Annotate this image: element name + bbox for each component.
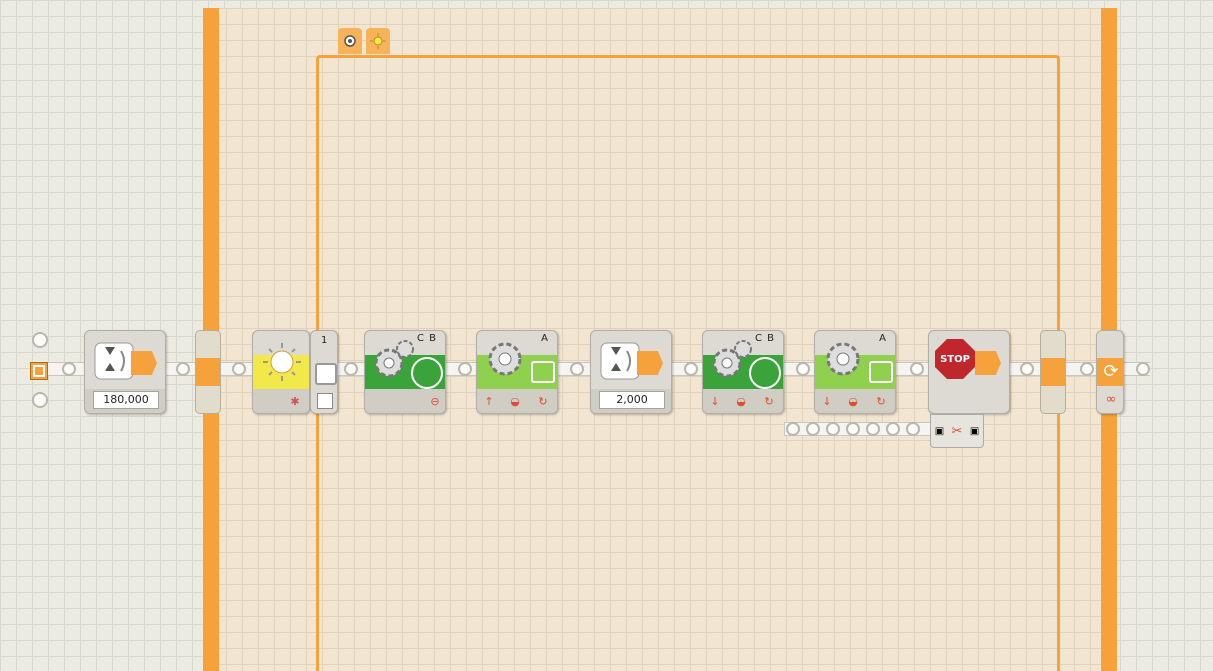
switch-tab-light[interactable] [366,28,390,54]
sequence-hole [32,332,48,348]
gears-icon [374,340,414,378]
motor-ports-label: C B [416,333,437,344]
stop-block[interactable]: STOP [928,330,1010,414]
time-wait-flag [637,351,663,375]
gears-icon [712,340,752,378]
gear-icon [488,342,522,376]
switch-toggle-icon: ✱ [290,394,300,408]
sequence-hole [1136,362,1150,376]
start-point[interactable] [28,330,52,414]
sequence-hole [458,362,472,376]
sequence-hole [176,362,190,376]
infinity-icon: ∞ [1105,392,1117,407]
sequence-hole [806,422,820,436]
hub-lock-icon-right: ▣ [969,425,980,437]
motor-port-label: A [879,333,887,344]
sequence-hole [846,422,860,436]
sequence-hole [32,392,48,408]
rotation-icon [869,361,893,383]
duration-icon: ↻ [764,394,774,408]
time-wait-flag [131,351,157,375]
wait-time-block[interactable]: 180,000 [84,330,166,414]
motor-ports-label: C B [754,333,775,344]
sequence-hole [826,422,840,436]
arrow-down-icon: ↓ [822,394,832,408]
motor-a-block-2[interactable]: A ↓ ◒ ↻ [814,330,896,414]
hub-lock-icon: ▣ [934,425,945,437]
stop-action-icon: ⊖ [430,394,440,408]
loop-entry-connector [195,330,221,414]
start-icon [30,362,48,380]
rotation-icon [531,361,555,383]
broken-wire-icon: ✂ [951,423,963,439]
arrow-up-icon: ↑ [484,394,494,408]
motor-cb-block-2[interactable]: C B ↓ ◒ ↻ [702,330,784,414]
sensor-view-icon [344,35,356,47]
motor-port-label: A [541,333,549,344]
sequence-hole [910,362,924,376]
stop-sign-icon: STOP [935,339,975,379]
duration-icon: ↻ [876,394,886,408]
switch-exit-connector [1040,330,1066,414]
gear-icon [826,342,860,376]
light-sensor-icon [263,343,301,381]
light-sensor-port-block[interactable]: 1 [310,330,338,414]
data-hub[interactable]: ▣ ✂ ▣ [930,414,984,448]
list-icon [317,393,333,409]
motor-cb-block-1[interactable]: C B ⊖ [364,330,446,414]
sequence-hole [866,422,880,436]
unlimited-rotation-icon [411,357,443,389]
light-sensor-icon [370,33,386,49]
hourglass-timer-icon [94,342,134,380]
stop-flag [975,351,1001,375]
sequence-hole [1020,362,1034,376]
power-icon: ◒ [510,394,520,408]
switch-tab-view[interactable] [338,28,362,54]
loop-refresh-icon: ⟳ [1103,361,1119,382]
sensor-port-label: 1 [321,335,329,346]
sequence-hole [886,422,900,436]
sequence-hole [232,362,246,376]
wait-duration-value: 180,000 [93,391,159,409]
sequence-hole [570,362,584,376]
hourglass-timer-icon [600,342,640,380]
power-icon: ◒ [736,394,746,408]
sequence-hole [1080,362,1094,376]
sequence-hole [786,422,800,436]
unlimited-rotation-icon [749,357,781,389]
sequence-hole [344,362,358,376]
sequence-hole [62,362,76,376]
motor-a-block-1[interactable]: A ↑ ◒ ↻ [476,330,558,414]
light-sensor-switch-block[interactable]: ✱ [252,330,310,414]
sequence-hole [796,362,810,376]
duration-icon: ↻ [538,394,548,408]
sensor-branch-icon [315,363,337,385]
sequence-hole [906,422,920,436]
loop-end-block[interactable]: ⟳ ∞ [1096,330,1124,414]
arrow-down-icon: ↓ [710,394,720,408]
stop-label: STOP [940,353,970,365]
power-icon: ◒ [848,394,858,408]
wait-duration-value: 2,000 [599,391,665,409]
sequence-hole [684,362,698,376]
wait-time-block-2[interactable]: 2,000 [590,330,672,414]
